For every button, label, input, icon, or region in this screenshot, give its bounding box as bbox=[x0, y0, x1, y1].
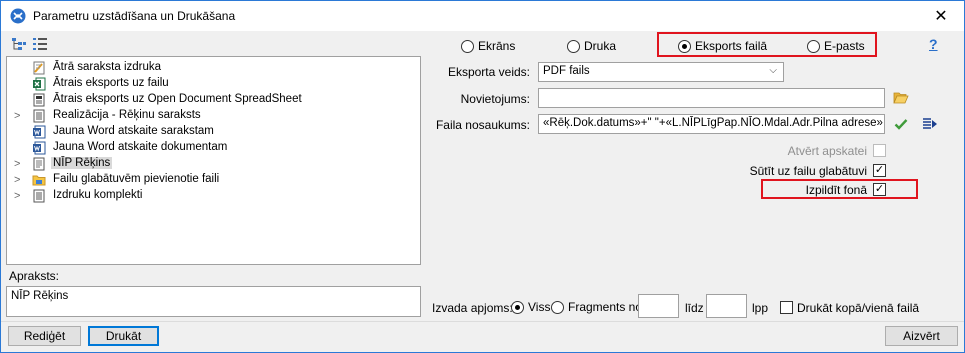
filename-input[interactable]: «Rēķ.Dok.datums»+" "+«L.NĪPLīgPap.NĪO.Md… bbox=[538, 114, 885, 134]
radio-ekrans[interactable]: Ekrāns bbox=[461, 39, 515, 53]
fragment-from-input[interactable] bbox=[638, 294, 679, 318]
tree-item[interactable]: > Izdruku komplekti bbox=[7, 188, 420, 204]
word-icon bbox=[33, 141, 46, 155]
check-mark-icon: ✓ bbox=[874, 164, 885, 176]
tree-item[interactable]: Ātrā saraksta izdruka bbox=[7, 60, 420, 76]
tree-item[interactable]: Jauna Word atskaite sarakstam bbox=[7, 124, 420, 140]
list-view-icon[interactable] bbox=[32, 37, 48, 51]
open-view-checkbox[interactable] bbox=[873, 144, 886, 157]
filename-label: Faila nosaukums: bbox=[435, 118, 530, 132]
window-title: Parametru uzstādīšana un Drukāšana bbox=[33, 9, 236, 23]
send-to-storage-label: Sūtīt uz failu glabātuvi bbox=[749, 164, 867, 178]
export-type-label: Eksporta veids: bbox=[447, 65, 530, 79]
report-tree[interactable]: Ātrā saraksta izdruka Ātrais eksports uz… bbox=[6, 56, 421, 265]
send-to-storage-checkbox[interactable]: ✓ bbox=[873, 164, 886, 177]
highlight-box-export-mode bbox=[657, 32, 877, 57]
tree-item[interactable]: > NĪP Rēķins bbox=[7, 156, 420, 172]
radio-circle[interactable] bbox=[461, 39, 474, 53]
quick-print-icon bbox=[33, 61, 45, 75]
insert-field-icon[interactable] bbox=[922, 116, 938, 132]
edit-button[interactable]: Rediģēt bbox=[8, 326, 81, 346]
chevron-right-icon[interactable]: > bbox=[14, 172, 24, 188]
tree-item[interactable]: Jauna Word atskaite dokumentam bbox=[7, 140, 420, 156]
highlight-box-background bbox=[761, 179, 918, 199]
open-view-label: Atvērt apskatei bbox=[787, 144, 867, 158]
location-label: Novietojums: bbox=[460, 92, 530, 106]
folder-open-icon[interactable] bbox=[893, 91, 909, 105]
close-window-button[interactable]: ✕ bbox=[918, 1, 964, 31]
title-bar: Parametru uzstādīšana un Drukāšana ✕ bbox=[1, 1, 964, 31]
tree-item[interactable]: Ātrais eksports uz failu bbox=[7, 76, 420, 92]
word-icon bbox=[33, 125, 46, 139]
excel-icon bbox=[33, 77, 46, 91]
ods-icon bbox=[33, 93, 45, 107]
radio-circle[interactable] bbox=[551, 300, 564, 314]
folder-icon bbox=[32, 175, 46, 186]
fragment-to-input[interactable] bbox=[706, 294, 747, 318]
radio-circle-selected[interactable] bbox=[511, 300, 524, 314]
print-together-label: Drukāt kopā/vienā failā bbox=[797, 301, 920, 315]
checkmark-icon[interactable] bbox=[894, 117, 908, 131]
radio-druka[interactable]: Druka bbox=[567, 39, 616, 53]
print-button[interactable]: Drukāt bbox=[88, 326, 159, 346]
chevron-down-icon[interactable]: ⌵ bbox=[769, 65, 777, 76]
radio-scope-all[interactable]: Viss bbox=[511, 300, 550, 314]
print-together-checkbox[interactable] bbox=[780, 301, 793, 314]
scope-label: Izvada apjoms: bbox=[432, 301, 513, 315]
tree-item[interactable]: > Failu glabātuvēm pievienotie faili bbox=[7, 172, 420, 188]
description-label: Apraksts: bbox=[9, 269, 60, 283]
location-input[interactable] bbox=[538, 88, 885, 108]
app-logo-icon bbox=[10, 8, 26, 24]
document-icon bbox=[33, 157, 45, 171]
dialog-window: Parametru uzstādīšana un Drukāšana ✕ Ātr… bbox=[0, 0, 965, 353]
to-label: līdz bbox=[685, 301, 704, 315]
report-list-icon bbox=[33, 109, 45, 123]
report-list-icon bbox=[33, 189, 45, 203]
chevron-right-icon[interactable]: > bbox=[14, 108, 24, 124]
help-icon[interactable]: ? bbox=[929, 36, 938, 52]
close-button[interactable]: Aizvērt bbox=[885, 326, 958, 346]
chevron-right-icon[interactable]: > bbox=[14, 156, 24, 172]
tree-view-icon[interactable] bbox=[11, 37, 27, 51]
radio-scope-fragment[interactable]: Fragments no bbox=[551, 300, 642, 314]
tree-item[interactable]: > Realizācija - Rēķinu saraksts bbox=[7, 108, 420, 124]
chevron-right-icon[interactable]: > bbox=[14, 188, 24, 204]
export-type-select[interactable]: PDF fails ⌵ bbox=[538, 62, 784, 82]
tree-item[interactable]: Ātrais eksports uz Open Document SpreadS… bbox=[7, 92, 420, 108]
pages-label: lpp bbox=[752, 301, 769, 315]
radio-circle[interactable] bbox=[567, 39, 580, 53]
description-field[interactable]: NĪP Rēķins bbox=[6, 286, 421, 317]
